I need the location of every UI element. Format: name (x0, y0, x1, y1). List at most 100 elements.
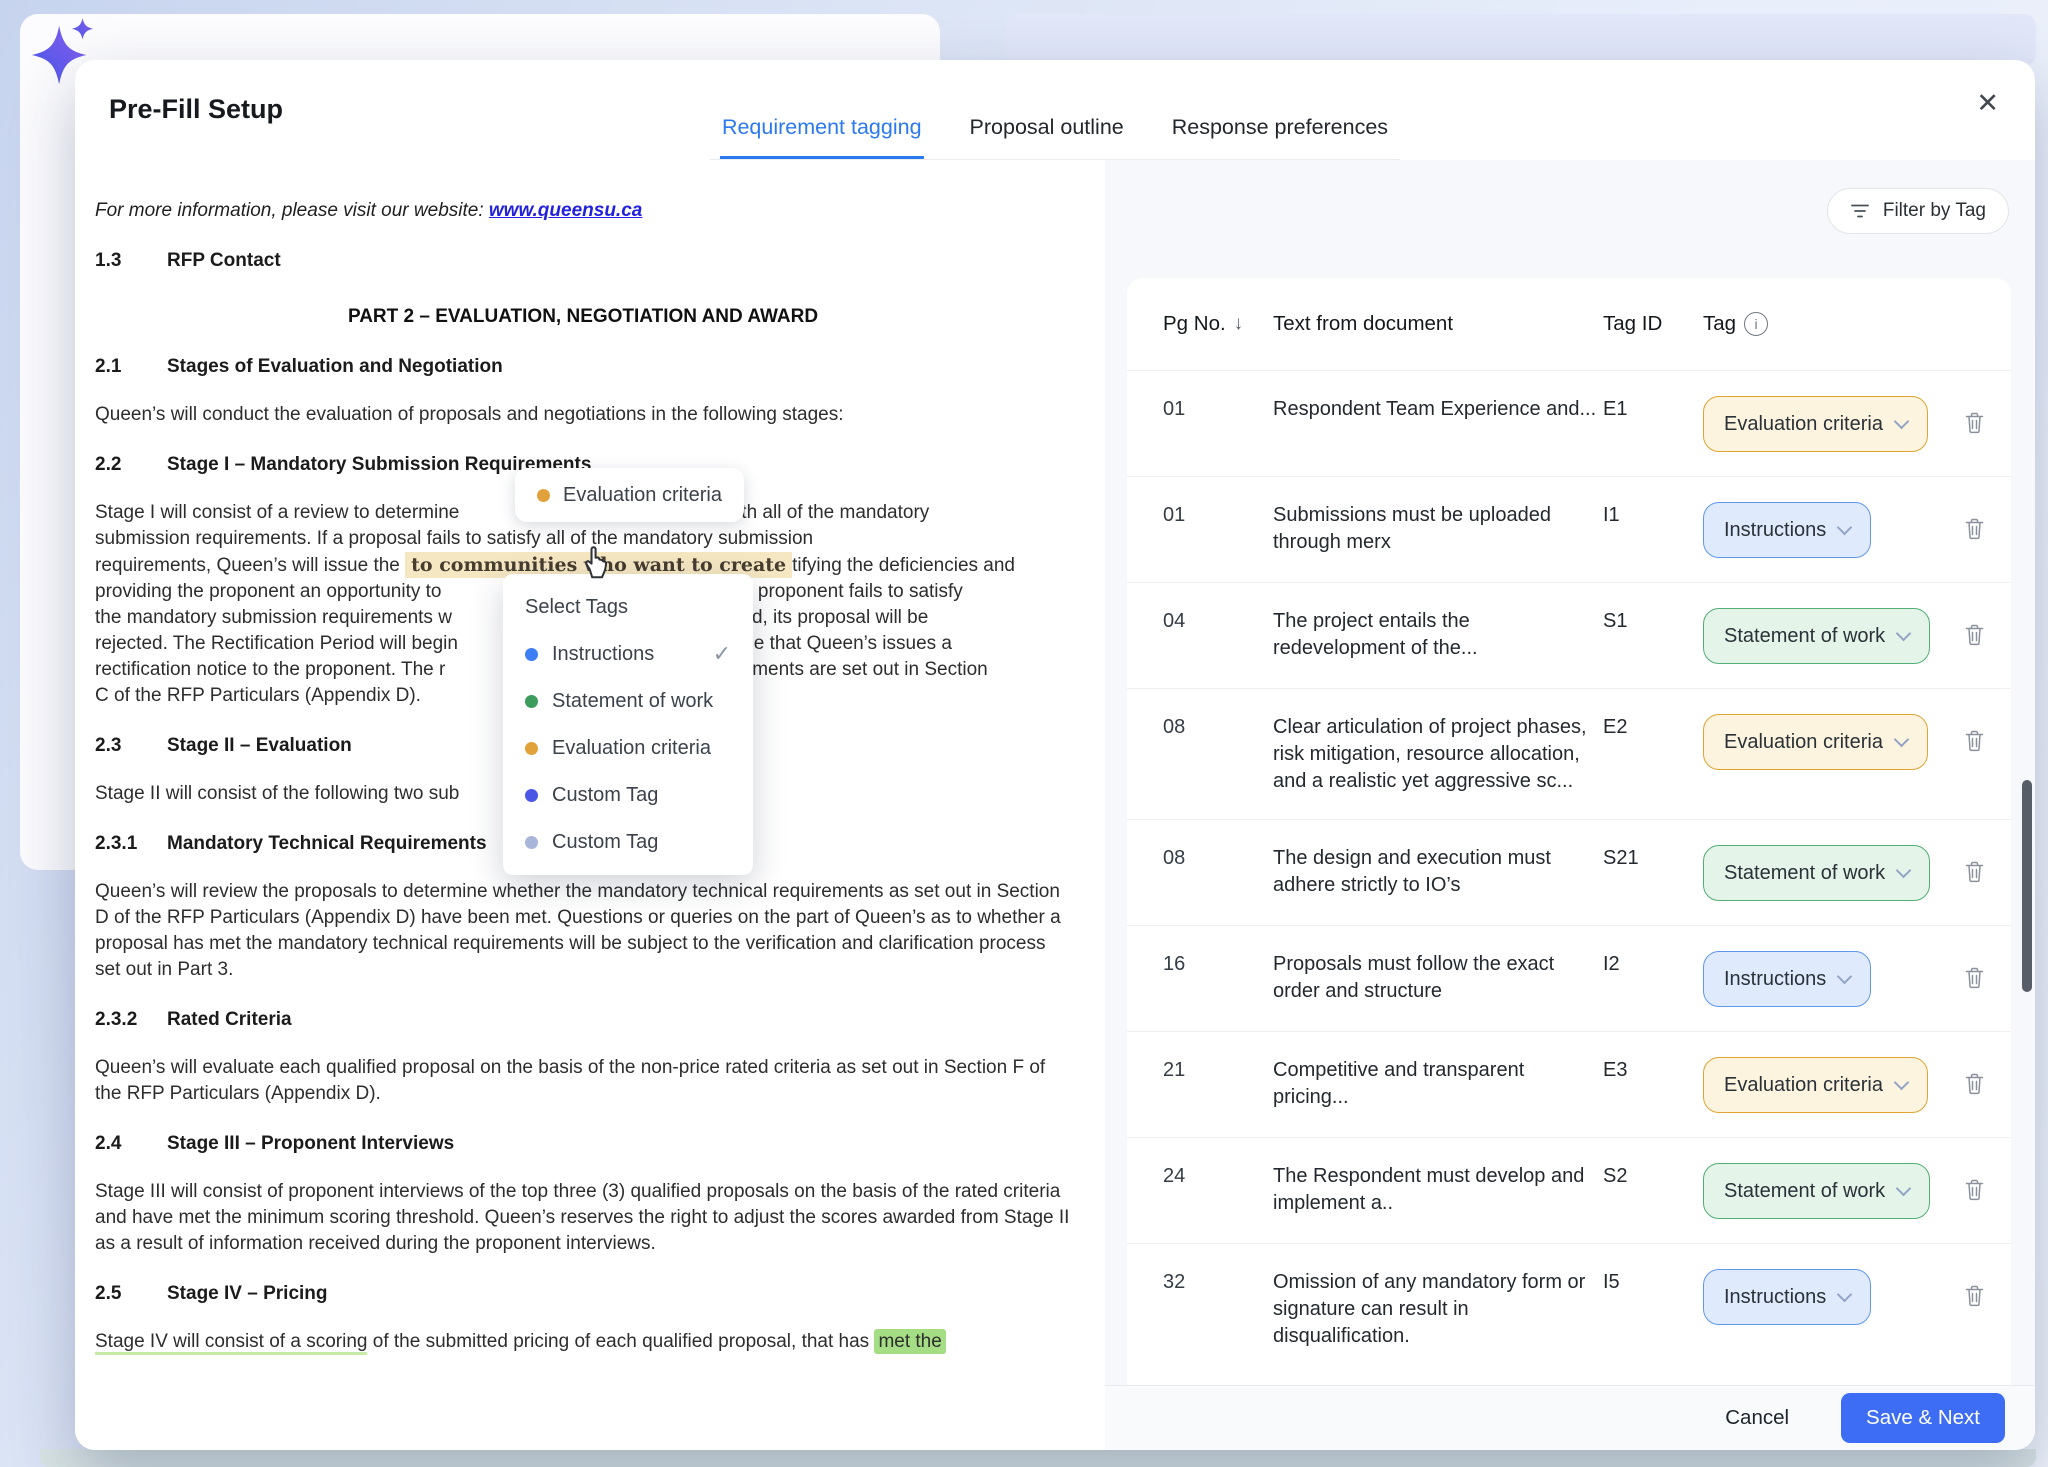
tag-option-label: Custom Tag (552, 782, 658, 808)
heading-title: RFP Contact (167, 250, 281, 271)
row-page-number: 04 (1163, 608, 1273, 635)
row-tag-id: E2 (1603, 714, 1703, 741)
row-tag-select[interactable]: Statement of work (1703, 608, 1930, 664)
row-tag-label: Instructions (1724, 519, 1826, 542)
tag-color-dot (525, 695, 538, 708)
trash-icon[interactable] (1964, 623, 1985, 647)
row-tag-select[interactable]: Evaluation criteria (1703, 396, 1928, 452)
heading-title: Mandatory Technical Requirements (167, 833, 487, 854)
row-tag-select[interactable]: Evaluation criteria (1703, 1057, 1928, 1113)
column-header-pg[interactable]: Pg No.↓ (1163, 312, 1273, 336)
filter-icon (1850, 203, 1870, 219)
heading-number: 2.5 (95, 1281, 167, 1307)
tag-color-dot (525, 836, 538, 849)
row-page-number: 24 (1163, 1163, 1273, 1190)
heading-number: 2.4 (95, 1131, 167, 1157)
tag-option-label: Evaluation criteria (552, 735, 711, 761)
row-page-number: 01 (1163, 502, 1273, 529)
row-document-text: The Respondent must develop and implemen… (1273, 1163, 1603, 1217)
chevron-down-icon (1837, 520, 1853, 536)
row-tag-select[interactable]: Statement of work (1703, 845, 1930, 901)
modal-footer: Cancel Save & Next (1105, 1385, 2035, 1450)
row-document-text: Respondent Team Experience and... (1273, 396, 1603, 423)
document-viewer: For more information, please visit our w… (75, 160, 1105, 1450)
tag-option-instructions[interactable]: Instructions✓ (525, 641, 731, 667)
trash-icon[interactable] (1964, 1178, 1985, 1202)
applied-tag-chip[interactable]: Evaluation criteria (515, 468, 744, 522)
trash-icon[interactable] (1964, 729, 1985, 753)
chevron-down-icon (1894, 414, 1910, 430)
table-header: Pg No.↓ Text from document Tag ID Tagi (1127, 278, 2011, 370)
select-tags-title: Select Tags (525, 594, 731, 620)
tag-option-evaluation-criteria[interactable]: Evaluation criteria (525, 735, 731, 761)
screen: Pre-Fill Setup Requirement tagging Propos… (0, 0, 2048, 1467)
heading-1-3: 1.3RFP Contact (95, 248, 1071, 274)
trash-icon[interactable] (1964, 1284, 1985, 1308)
table-row: 32 Omission of any mandatory form or sig… (1127, 1243, 2011, 1374)
row-tag-select[interactable]: Evaluation criteria (1703, 714, 1928, 770)
filter-by-tag-button[interactable]: Filter by Tag (1827, 188, 2009, 234)
website-link[interactable]: www.queensu.ca (489, 200, 642, 221)
save-next-button[interactable]: Save & Next (1841, 1393, 2005, 1443)
prefill-setup-modal: Pre-Fill Setup Requirement tagging Propos… (75, 60, 2035, 1450)
paragraph-2-5: Stage IV will consist of a scoring of th… (95, 1329, 1071, 1355)
tab-response-preferences[interactable]: Response preferences (1170, 115, 1390, 159)
trash-icon[interactable] (1964, 1072, 1985, 1096)
cancel-button[interactable]: Cancel (1719, 1405, 1795, 1431)
row-tag-label: Instructions (1724, 1286, 1826, 1309)
modal-body: For more information, please visit our w… (75, 160, 2035, 1450)
chevron-down-icon (1837, 969, 1853, 985)
underlined-text: Stage IV will consist of a scoring (95, 1331, 367, 1355)
row-tag-id: I1 (1603, 502, 1703, 529)
tag-option-label: Custom Tag (552, 829, 658, 855)
tag-color-dot (525, 648, 538, 661)
background-bottom-strip (40, 1449, 2036, 1467)
filter-row: Filter by Tag (1105, 160, 2035, 278)
table-row: 04 The project entails the redevelopment… (1127, 582, 2011, 688)
tag-option-statement-of-work[interactable]: Statement of work (525, 688, 731, 714)
scrollbar-thumb[interactable] (2022, 780, 2032, 992)
sparkle-logo-icon (26, 16, 104, 103)
row-tag-label: Instructions (1724, 968, 1826, 991)
row-tag-select[interactable]: Instructions (1703, 1269, 1871, 1325)
heading-number: 2.3.2 (95, 1007, 167, 1033)
heading-number: 1.3 (95, 248, 167, 274)
requirements-table: Pg No.↓ Text from document Tag ID Tagi 0… (1127, 278, 2011, 1385)
row-tag-select[interactable]: Instructions (1703, 502, 1871, 558)
heading-2-1: 2.1Stages of Evaluation and Negotiation (95, 354, 1071, 380)
tab-requirement-tagging[interactable]: Requirement tagging (720, 115, 924, 159)
trash-icon[interactable] (1964, 411, 1985, 435)
row-tag-select[interactable]: Instructions (1703, 951, 1871, 1007)
row-tag-label: Evaluation criteria (1724, 731, 1883, 754)
trash-icon[interactable] (1964, 517, 1985, 541)
sort-descending-icon: ↓ (1234, 313, 1244, 335)
tabs: Requirement tagging Proposal outline Respo… (710, 115, 1400, 160)
close-icon[interactable]: ✕ (1976, 90, 1999, 117)
tag-option-custom-tag[interactable]: Custom Tag (525, 782, 731, 808)
row-page-number: 01 (1163, 396, 1273, 423)
trash-icon[interactable] (1964, 966, 1985, 990)
paragraph-2-4: Stage III will consist of proponent inte… (95, 1179, 1071, 1257)
modal-title: Pre-Fill Setup (109, 94, 283, 125)
table-rows: 01 Respondent Team Experience and... E1 … (1127, 370, 2011, 1374)
info-icon[interactable]: i (1744, 312, 1768, 336)
trash-icon[interactable] (1964, 860, 1985, 884)
hand-cursor-icon (579, 542, 613, 588)
tagged-text-highlight-green[interactable]: met the (874, 1329, 945, 1354)
column-header-text: Text from document (1273, 312, 1603, 336)
row-page-number: 21 (1163, 1057, 1273, 1084)
chip-color-dot (537, 489, 550, 502)
table-row: 21 Competitive and transparent pricing..… (1127, 1031, 2011, 1137)
tab-proposal-outline[interactable]: Proposal outline (968, 115, 1126, 159)
heading-title: Stages of Evaluation and Negotiation (167, 356, 503, 377)
heading-number: 2.1 (95, 354, 167, 380)
document-intro-line: For more information, please visit our w… (95, 198, 1071, 224)
table-row: 24 The Respondent must develop and imple… (1127, 1137, 2011, 1243)
row-document-text: The design and execution must adhere str… (1273, 845, 1603, 899)
tag-option-custom-tag[interactable]: Custom Tag (525, 829, 731, 855)
chevron-down-icon (1896, 626, 1912, 642)
row-document-text: Clear articulation of project phases, ri… (1273, 714, 1603, 795)
column-header-tag-id: Tag ID (1603, 312, 1703, 336)
row-tag-select[interactable]: Statement of work (1703, 1163, 1930, 1219)
row-tag-id: S1 (1603, 608, 1703, 635)
